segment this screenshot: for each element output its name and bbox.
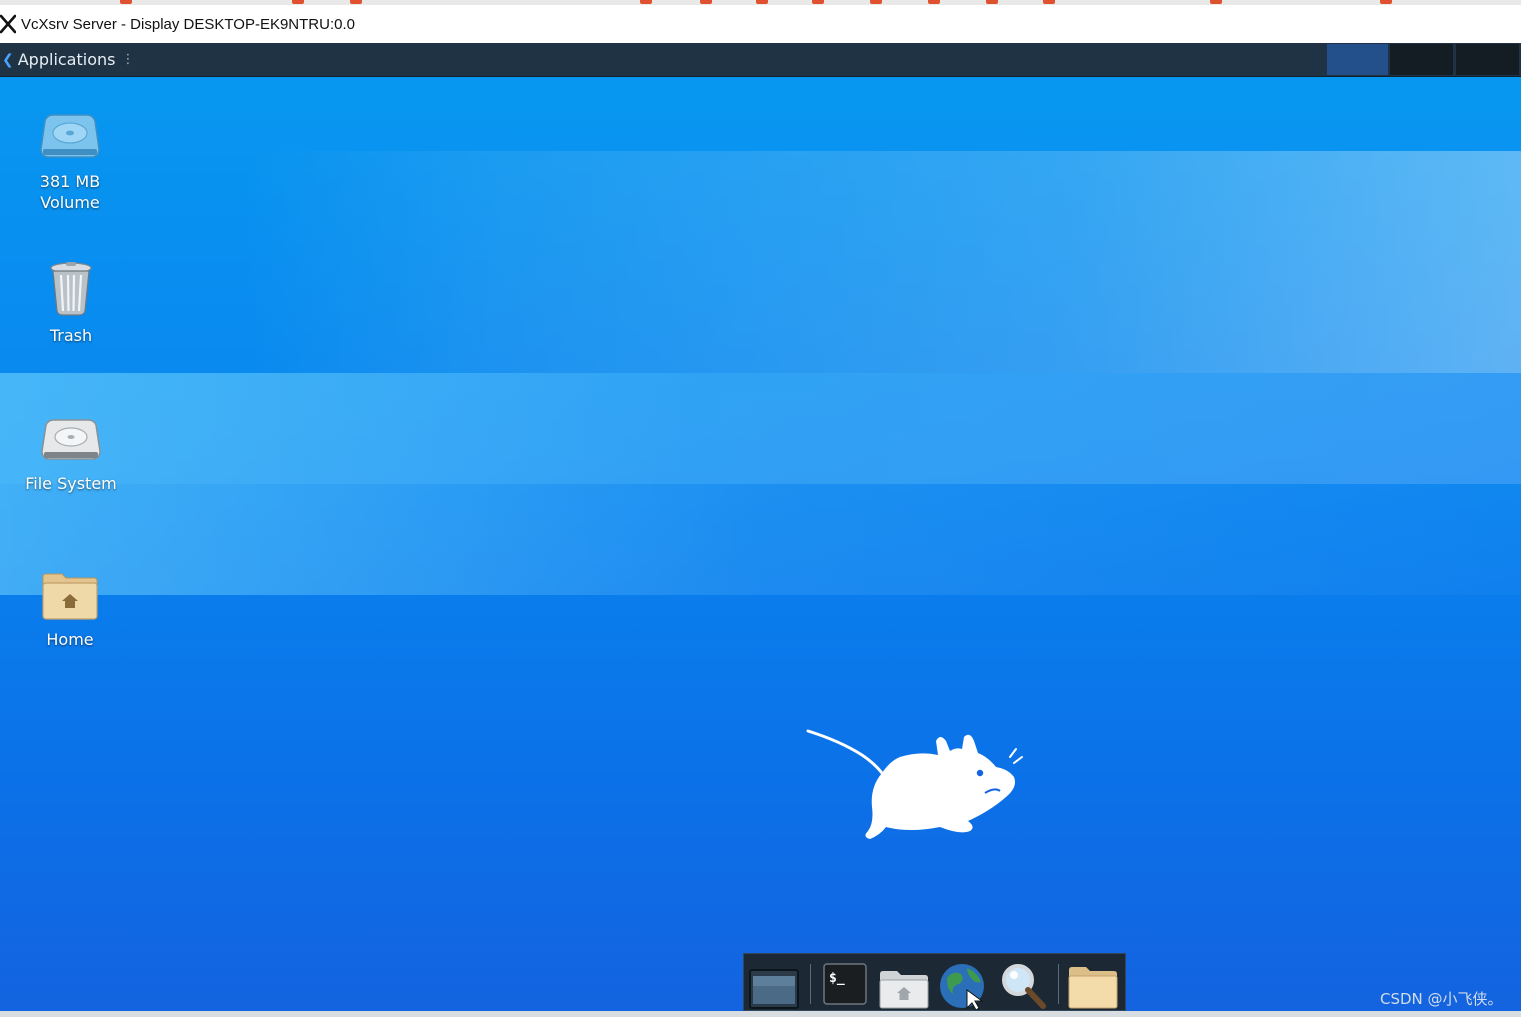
workspace-2-button[interactable] (1390, 44, 1453, 75)
dock-separator (1058, 964, 1059, 1004)
dock-web-browser-button[interactable] (937, 960, 991, 1012)
app-finder-icon (1002, 964, 1046, 1009)
desktop-icon-label: File System (25, 474, 117, 493)
show-desktop-icon (749, 969, 799, 1009)
wallpaper-band (0, 484, 1521, 595)
host-tab-icon (1043, 0, 1055, 4)
home-folder-icon (42, 573, 98, 620)
host-tab-icon (120, 0, 132, 4)
dock-file-manager-button[interactable] (877, 960, 931, 1012)
host-bottom-strip (0, 1011, 1521, 1017)
workspace-1-button[interactable] (1327, 44, 1388, 75)
dock-folder-button[interactable] (1066, 960, 1120, 1012)
xfce-top-panel: ❮ Applications ⋮ (0, 43, 1521, 77)
desktop-icon-label: Home (46, 630, 94, 649)
dock-show-desktop-button[interactable] (746, 960, 800, 1012)
desktop-icon-volume[interactable]: 381 MB Volume (10, 113, 130, 213)
bottom-dock: $_ (743, 953, 1126, 1011)
host-tab-icon (1210, 0, 1222, 4)
desktop-icon-home[interactable]: Home (10, 571, 130, 650)
host-tab-icon (928, 0, 940, 4)
workspace-3-button[interactable] (1456, 44, 1519, 75)
folder-icon (1068, 967, 1118, 1009)
host-tab-icon (350, 0, 362, 4)
window-title: VcXsrv Server - Display DESKTOP-EK9NTRU:… (21, 15, 355, 33)
wallpaper-band (240, 151, 1521, 373)
host-tab-icon (986, 0, 998, 4)
harddisk-icon (41, 419, 101, 460)
trash-icon (50, 262, 92, 316)
terminal-icon: $_ (823, 963, 867, 1005)
svg-text:$_: $_ (829, 971, 845, 986)
host-tab-icon (870, 0, 882, 4)
menu-dots-icon: ⋮ (121, 52, 135, 67)
desktop-icon-file-system[interactable]: File System (11, 419, 131, 494)
window-titlebar[interactable]: VcXsrv Server - Display DESKTOP-EK9NTRU:… (0, 5, 1521, 43)
host-tab-icon (1380, 0, 1392, 4)
dock-terminal-button[interactable]: $_ (818, 960, 872, 1012)
desktop-area[interactable]: 381 MB Volume Trash File System Home (0, 77, 1521, 1011)
applications-label: Applications (17, 50, 116, 69)
vcxsrv-x-icon (0, 14, 17, 34)
csdn-watermark: CSDN @小飞侠。 (1380, 990, 1503, 1008)
wallpaper-band (0, 373, 1521, 484)
dock-separator (810, 964, 811, 1004)
dock-app-finder-button[interactable] (997, 960, 1051, 1012)
host-tab-icon (812, 0, 824, 4)
xfce-mouse-icon: ❮ (2, 51, 14, 68)
desktop-icon-trash[interactable]: Trash (11, 261, 131, 346)
host-tab-icon (640, 0, 652, 4)
host-tab-icon (756, 0, 768, 4)
host-tab-icon (292, 0, 304, 4)
web-browser-icon (940, 964, 984, 1011)
drive-icon (40, 114, 100, 158)
file-manager-icon (879, 971, 929, 1009)
desktop-icon-label: 381 MB Volume (39, 172, 101, 212)
desktop-icon-label: Trash (49, 326, 93, 345)
xfce-mouse-mascot (806, 729, 1023, 839)
applications-menu-button[interactable]: ❮ Applications ⋮ (0, 43, 134, 76)
host-tab-icon (700, 0, 712, 4)
